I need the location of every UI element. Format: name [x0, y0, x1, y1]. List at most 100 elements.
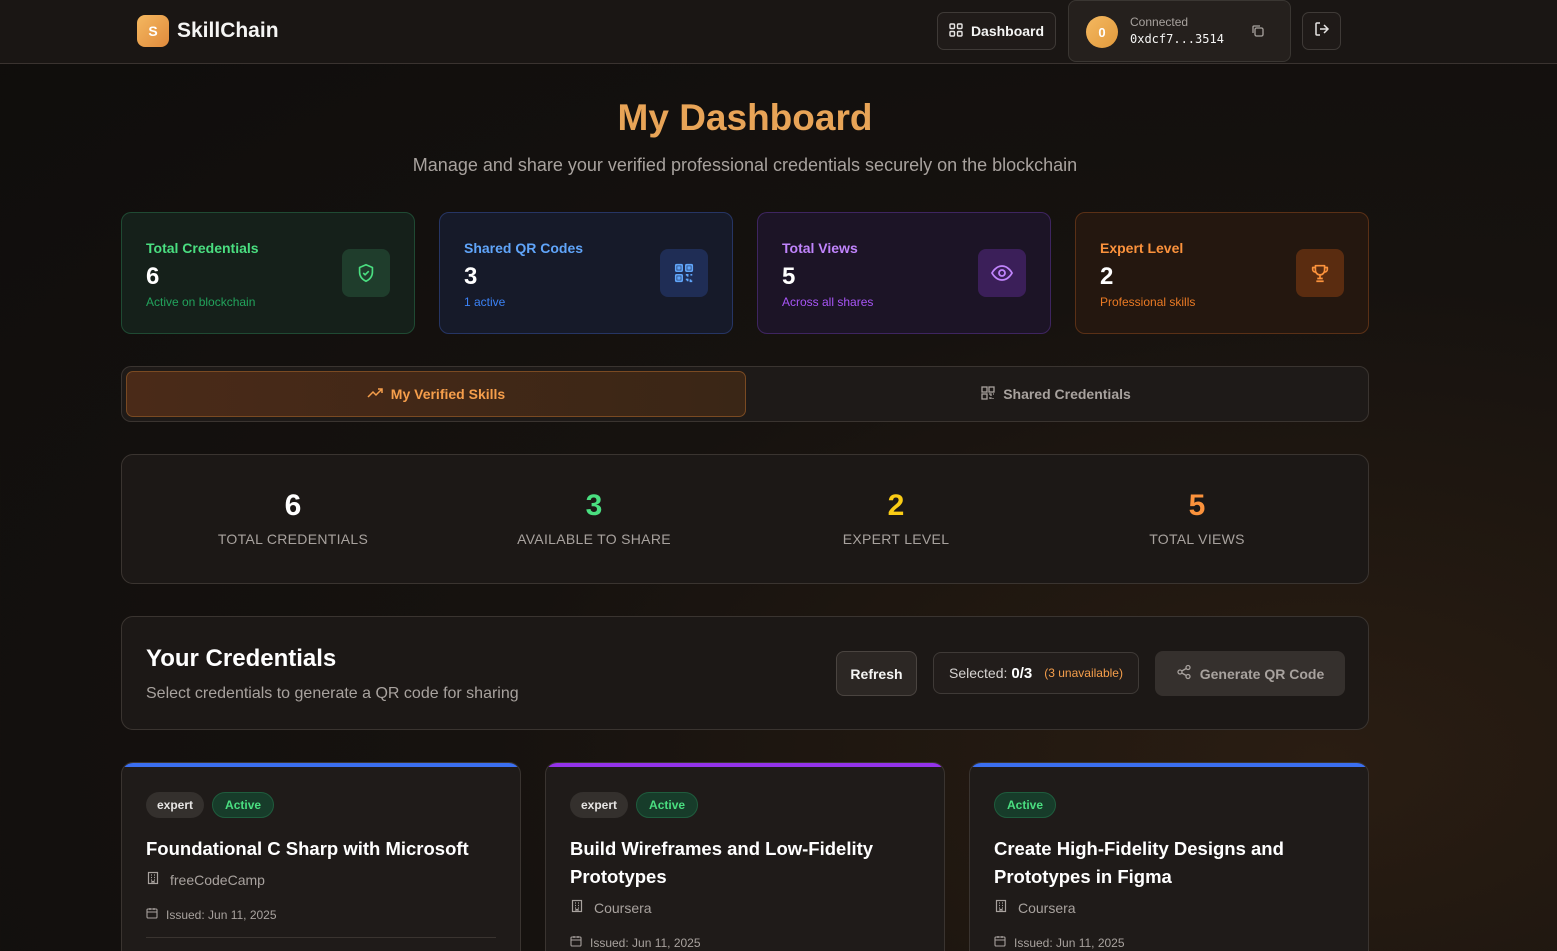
- wallet-panel: 0 Connected 0xdcf7...3514: [1068, 0, 1291, 62]
- selection-counter: Selected: 0/3 (3 unavailable): [933, 652, 1139, 694]
- stat-card-total-credentials: Total Credentials 6 Active on blockchain: [121, 212, 415, 334]
- selected-label: Selected:: [949, 665, 1008, 681]
- card-accent-bar: [122, 763, 520, 767]
- summary-value: 6: [284, 489, 302, 522]
- section-subtitle: Select credentials to generate a QR code…: [146, 685, 519, 702]
- eye-icon: [978, 249, 1026, 297]
- summary-value: 5: [1188, 489, 1206, 522]
- credential-title: Foundational C Sharp with Microsoft: [146, 838, 469, 859]
- card-badges: expert Active: [146, 792, 275, 818]
- page-subtitle: Manage and share your verified professio…: [412, 155, 1078, 175]
- credential-title: Create High-Fidelity Designs and Prototy…: [994, 838, 1284, 887]
- summary-panel: 6 TOTAL CREDENTIALS 3 AVAILABLE TO SHARE…: [121, 454, 1369, 584]
- generate-qr-label: Generate QR Code: [1199, 665, 1325, 682]
- card-accent-bar: [970, 763, 1368, 767]
- unavailable-count: (3 unavailable): [1044, 666, 1123, 680]
- credential-card[interactable]: expert Active Build Wireframes and Low-F…: [545, 762, 945, 951]
- stat-subtext: Professional skills: [1100, 295, 1196, 309]
- brand-logo[interactable]: S SkillChain: [137, 15, 279, 47]
- summary-total-credentials: 6 TOTAL CREDENTIALS: [143, 489, 443, 547]
- credential-card[interactable]: expert Active Foundational C Sharp with …: [121, 762, 521, 951]
- level-badge: expert: [146, 792, 205, 818]
- level-badge: expert: [570, 792, 629, 818]
- summary-expert-level: 2 EXPERT LEVEL: [746, 489, 1046, 547]
- summary-total-views: 5 TOTAL VIEWS: [1047, 489, 1347, 547]
- card-divider: [146, 937, 496, 938]
- issuer-row: freeCodeCamp: [146, 871, 265, 888]
- view-tabs: My Verified Skills Shared Credentials: [121, 366, 1369, 422]
- summary-value: 2: [887, 489, 905, 522]
- wallet-status: Connected: [1130, 15, 1189, 29]
- tab-my-verified-skills[interactable]: My Verified Skills: [126, 371, 746, 417]
- stat-subtext: Active on blockchain: [146, 295, 256, 309]
- issued-row: Issued: Jun 11, 2025: [994, 935, 1125, 950]
- stat-label: Total Views: [782, 240, 858, 256]
- dashboard-nav-label: Dashboard: [970, 23, 1045, 39]
- tab-label: My Verified Skills: [390, 386, 506, 402]
- top-navbar: S SkillChain Dashboard 0 Connected 0xdcf…: [0, 0, 1557, 64]
- stat-value: 6: [146, 263, 160, 290]
- status-badge: Active: [994, 792, 1057, 818]
- status-badge: Active: [636, 792, 699, 818]
- stat-value: 2: [1100, 263, 1114, 290]
- summary-label: AVAILABLE TO SHARE: [517, 531, 671, 547]
- stat-label: Total Credentials: [146, 240, 259, 256]
- stat-subtext: Across all shares: [782, 295, 874, 309]
- issuer-name: freeCodeCamp: [170, 871, 265, 888]
- summary-label: TOTAL VIEWS: [1149, 531, 1245, 547]
- credential-card[interactable]: Active Create High-Fidelity Designs and …: [969, 762, 1369, 951]
- issued-date: Issued: Jun 11, 2025: [590, 935, 701, 950]
- building-icon: [570, 899, 584, 916]
- section-title: Your Credentials: [146, 645, 337, 672]
- issuer-name: Coursera: [1018, 899, 1076, 916]
- wallet-address: 0xdcf7...3514: [1130, 32, 1224, 46]
- brand-name: SkillChain: [177, 19, 279, 42]
- card-accent-bar: [546, 763, 944, 767]
- issued-row: Issued: Jun 11, 2025: [146, 907, 277, 922]
- stat-label: Shared QR Codes: [464, 240, 584, 256]
- logout-button[interactable]: [1302, 12, 1341, 50]
- issuer-row: Coursera: [994, 899, 1076, 916]
- qr-code-icon: [660, 249, 708, 297]
- building-icon: [146, 871, 160, 888]
- refresh-button[interactable]: Refresh: [836, 651, 917, 696]
- page-title: My Dashboard: [617, 97, 873, 138]
- summary-available-to-share: 3 AVAILABLE TO SHARE: [444, 489, 744, 547]
- logo-mark: S: [137, 15, 169, 47]
- dashboard-nav-button[interactable]: Dashboard: [937, 12, 1056, 50]
- calendar-icon: [994, 935, 1006, 950]
- credential-title: Build Wireframes and Low-Fidelity Protot…: [570, 838, 874, 887]
- stat-card-total-views: Total Views 5 Across all shares: [757, 212, 1051, 334]
- summary-label: TOTAL CREDENTIALS: [217, 531, 369, 547]
- qr-code-icon: [981, 385, 995, 403]
- card-badges: Active: [994, 792, 1057, 818]
- stat-subtext: 1 active: [464, 295, 506, 309]
- tab-shared-credentials[interactable]: Shared Credentials: [746, 371, 1366, 417]
- issued-date: Issued: Jun 11, 2025: [1014, 935, 1125, 950]
- calendar-icon: [146, 907, 158, 922]
- trending-up-icon: [367, 385, 383, 404]
- issued-row: Issued: Jun 11, 2025: [570, 935, 701, 950]
- issued-date: Issued: Jun 11, 2025: [166, 907, 277, 922]
- selected-count: 0/3: [1011, 664, 1033, 682]
- stat-label: Expert Level: [1100, 240, 1184, 256]
- tab-label: Shared Credentials: [1003, 386, 1131, 402]
- trophy-icon: [1296, 249, 1344, 297]
- card-badges: expert Active: [570, 792, 699, 818]
- stat-card-expert-level: Expert Level 2 Professional skills: [1075, 212, 1369, 334]
- stat-value: 3: [464, 263, 478, 290]
- generate-qr-button[interactable]: Generate QR Code: [1155, 651, 1345, 696]
- summary-value: 3: [585, 489, 603, 522]
- building-icon: [994, 899, 1008, 916]
- grid-icon: [949, 22, 963, 40]
- logout-icon: [1313, 20, 1331, 43]
- credentials-header: Your Credentials Select credentials to g…: [121, 616, 1369, 730]
- wallet-avatar: 0: [1086, 16, 1118, 48]
- stat-value: 5: [782, 263, 796, 290]
- status-badge: Active: [212, 792, 275, 818]
- summary-label: EXPERT LEVEL: [842, 531, 950, 547]
- shield-check-icon: [342, 249, 390, 297]
- calendar-icon: [570, 935, 582, 950]
- copy-icon[interactable]: [1250, 23, 1268, 41]
- issuer-row: Coursera: [570, 899, 652, 916]
